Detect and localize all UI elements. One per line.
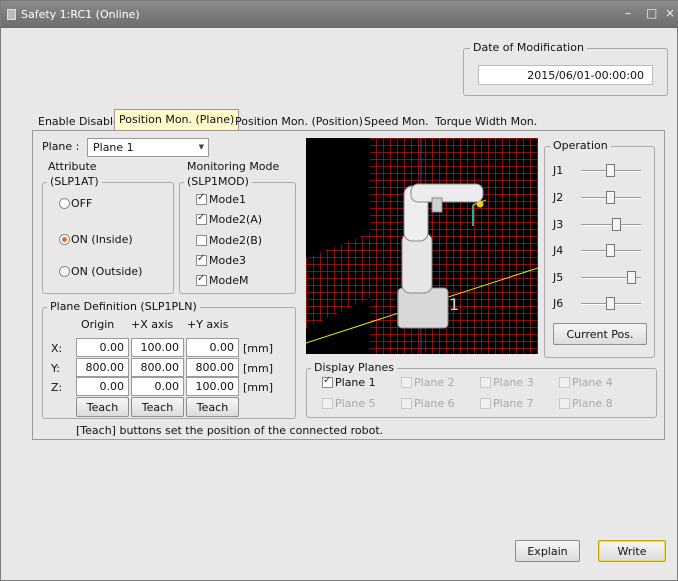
mode1-label: Mode1 [209, 193, 246, 206]
j1-label: J1 [553, 164, 564, 177]
unit-z: [mm] [243, 381, 274, 394]
display-plane-6-label: Plane 6 [414, 397, 455, 410]
display-plane-7-label: Plane 7 [493, 397, 534, 410]
plane-select-value: Plane 1 [93, 141, 134, 154]
mode2a-checkbox[interactable] [196, 212, 207, 225]
z-yaxis-input[interactable]: 100.00 [186, 377, 239, 396]
j6-label: J6 [553, 297, 564, 310]
x-yaxis-input[interactable]: 0.00 [186, 338, 239, 357]
title-bar: Safety 1:RC1 (Online) – □ × [1, 1, 678, 28]
teach-yaxis-button[interactable]: Teach [186, 397, 239, 417]
tab-torque-width[interactable]: Torque Width Mon. [431, 112, 541, 131]
j6-slider-thumb[interactable] [606, 297, 615, 310]
attribute-legend: (SLP1AT) [47, 175, 102, 188]
z-xaxis-input[interactable]: 0.00 [131, 377, 184, 396]
j5-slider-thumb[interactable] [627, 271, 636, 284]
display-plane-8-label: Plane 8 [572, 397, 613, 410]
modem-label: ModeM [209, 274, 249, 287]
col-y-axis: +Y axis [187, 318, 229, 331]
plane-definition-legend: Plane Definition (SLP1PLN) [47, 300, 200, 313]
minimize-icon[interactable]: – [625, 6, 631, 20]
unit-x: [mm] [243, 342, 274, 355]
j3-label: J3 [553, 218, 564, 231]
modification-value: 2015/06/01-00:00:00 [478, 65, 653, 85]
radio-off[interactable] [59, 198, 70, 209]
mode3-checkbox[interactable] [196, 253, 207, 266]
radio-on-inside-label: ON (Inside) [71, 233, 133, 246]
teach-xaxis-button[interactable]: Teach [131, 397, 184, 417]
j3-slider[interactable] [581, 224, 641, 226]
chevron-down-icon: ▼ [198, 143, 204, 151]
row-z-label: Z: [51, 381, 63, 394]
j1-slider-thumb[interactable] [606, 164, 615, 177]
modification-legend: Date of Modification [470, 41, 587, 54]
radio-on-inside[interactable] [59, 234, 70, 245]
monitoring-legend: (SLP1MOD) [184, 175, 252, 188]
y-yaxis-input[interactable]: 800.00 [186, 358, 239, 377]
tab-enable-disable[interactable]: Enable Disable [34, 112, 124, 131]
teach-origin-button[interactable]: Teach [76, 397, 129, 417]
radio-off-label: OFF [71, 197, 93, 210]
current-pos-button[interactable]: Current Pos. [553, 323, 647, 345]
display-plane-4-label: Plane 4 [572, 376, 613, 389]
viewport-scene: 1 [306, 138, 538, 354]
j4-label: J4 [553, 244, 564, 257]
display-plane-4-checkbox[interactable] [559, 377, 570, 388]
y-xaxis-input[interactable]: 800.00 [131, 358, 184, 377]
display-plane-3-checkbox[interactable] [480, 377, 491, 388]
modification-group: Date of Modification 2015/06/01-00:00:00 [463, 41, 668, 96]
modem-checkbox[interactable] [196, 273, 207, 286]
plane-number-label: 1 [449, 295, 459, 314]
safety-window: Safety 1:RC1 (Online) – □ × Date of Modi… [0, 0, 678, 581]
mode3-label: Mode3 [209, 254, 246, 267]
j5-label: J5 [553, 271, 564, 284]
plane-select[interactable]: Plane 1 ▼ [87, 138, 209, 157]
close-icon[interactable]: × [665, 6, 675, 20]
display-plane-6-checkbox[interactable] [401, 398, 412, 409]
display-planes-legend: Display Planes [311, 361, 397, 374]
display-plane-5-checkbox[interactable] [322, 398, 333, 409]
display-plane-5-label: Plane 5 [335, 397, 376, 410]
row-y-label: Y: [51, 362, 60, 375]
display-plane-7-checkbox[interactable] [480, 398, 491, 409]
col-x-axis: +X axis [131, 318, 174, 331]
row-x-label: X: [51, 342, 63, 355]
j4-slider-thumb[interactable] [606, 244, 615, 257]
tab-position-plane[interactable]: Position Mon. (Plane) [114, 109, 240, 131]
display-plane-1-label: Plane 1 [335, 376, 376, 389]
tab-position-position[interactable]: Position Mon. (Position) [231, 112, 367, 131]
x-origin-input[interactable]: 0.00 [76, 338, 129, 357]
j2-slider-thumb[interactable] [606, 191, 615, 204]
window-title: Safety 1:RC1 (Online) [21, 8, 140, 21]
col-origin: Origin [81, 318, 115, 331]
radio-on-outside-label: ON (Outside) [71, 265, 143, 278]
y-origin-input[interactable]: 800.00 [76, 358, 129, 377]
plane-label: Plane : [42, 140, 80, 153]
operation-legend: Operation [550, 139, 611, 152]
mode2b-checkbox[interactable] [196, 235, 207, 246]
display-plane-2-checkbox[interactable] [401, 377, 412, 388]
monitoring-heading: Monitoring Mode [187, 160, 280, 173]
write-button[interactable]: Write [598, 540, 666, 562]
display-plane-2-label: Plane 2 [414, 376, 455, 389]
viewport-3d[interactable]: 1 [306, 138, 538, 354]
explain-button[interactable]: Explain [515, 540, 580, 562]
j2-label: J2 [553, 191, 564, 204]
app-icon [7, 9, 16, 20]
unit-y: [mm] [243, 362, 274, 375]
teach-note: [Teach] buttons set the position of the … [76, 424, 384, 437]
display-plane-1-checkbox[interactable] [322, 375, 333, 388]
mode2a-label: Mode2(A) [209, 213, 263, 226]
mode1-checkbox[interactable] [196, 192, 207, 205]
j3-slider-thumb[interactable] [612, 218, 621, 231]
mode2b-label: Mode2(B) [209, 234, 263, 247]
x-xaxis-input[interactable]: 100.00 [131, 338, 184, 357]
display-plane-8-checkbox[interactable] [559, 398, 570, 409]
radio-on-outside[interactable] [59, 266, 70, 277]
attribute-heading: Attribute [48, 160, 97, 173]
maximize-icon[interactable]: □ [646, 6, 657, 20]
tab-speed[interactable]: Speed Mon. [360, 112, 433, 131]
display-plane-3-label: Plane 3 [493, 376, 534, 389]
z-origin-input[interactable]: 0.00 [76, 377, 129, 396]
